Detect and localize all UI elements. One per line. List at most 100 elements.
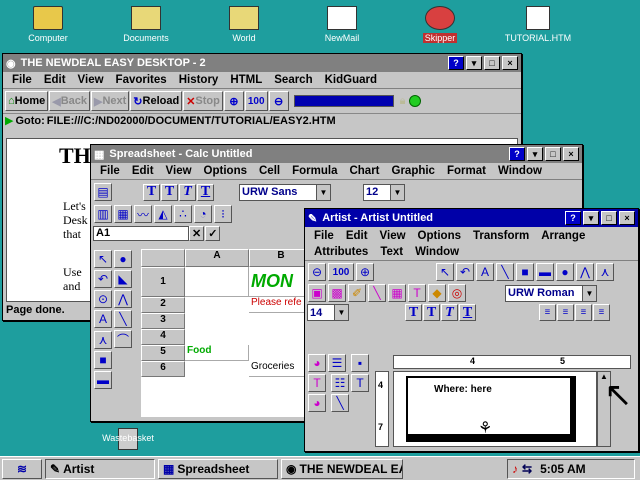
- line-color-wheel-icon[interactable]: ◕: [308, 394, 326, 412]
- network-icon[interactable]: ⇆: [522, 462, 532, 476]
- zoom-in-icon[interactable]: ⊕: [356, 263, 374, 281]
- help-button[interactable]: ?: [565, 211, 581, 225]
- maximize-button[interactable]: □: [545, 147, 561, 161]
- align-center-button[interactable]: ≡: [557, 304, 574, 321]
- menu-format[interactable]: Format: [447, 165, 486, 177]
- underline-button[interactable]: T: [197, 183, 214, 201]
- text-pattern-icon[interactable]: T: [351, 374, 370, 392]
- italic-button[interactable]: T: [441, 304, 458, 321]
- rounded-rect-tool-icon[interactable]: ▬: [536, 263, 554, 281]
- area-pattern-icon[interactable]: ▩: [328, 284, 346, 302]
- fill-icon[interactable]: ▣: [308, 284, 326, 302]
- palette-icon[interactable]: ◆: [428, 284, 446, 302]
- close-button[interactable]: ×: [619, 211, 635, 225]
- bold-button[interactable]: T: [161, 183, 178, 201]
- row-header[interactable]: 2: [141, 297, 185, 313]
- menu-favorites[interactable]: Favorites: [116, 74, 167, 86]
- menu-attributes[interactable]: Attributes: [314, 246, 368, 258]
- polyline-tool-icon[interactable]: ⋏: [94, 330, 112, 349]
- bar-chart-icon[interactable]: ▥: [94, 205, 112, 223]
- menu-view[interactable]: View: [166, 165, 192, 177]
- task-spreadsheet[interactable]: ▦ Spreadsheet: [158, 458, 278, 479]
- print-icon[interactable]: ▤: [94, 183, 112, 201]
- row-header[interactable]: 6: [141, 361, 185, 377]
- menu-chart[interactable]: Chart: [349, 165, 379, 177]
- close-button[interactable]: ×: [563, 147, 579, 161]
- menu-graphic[interactable]: Graphic: [392, 165, 435, 177]
- italic-button[interactable]: T: [179, 183, 196, 201]
- zoom-level[interactable]: 100: [244, 91, 268, 111]
- column-header-a[interactable]: A: [185, 249, 249, 267]
- reload-button[interactable]: ↻ Reload: [130, 91, 183, 111]
- text-color-icon[interactable]: T: [408, 284, 426, 302]
- row-header[interactable]: 4: [141, 329, 185, 345]
- stop-button[interactable]: ✕ Stop: [183, 91, 223, 111]
- url-input[interactable]: FILE:///C:/ND02000/DOCUMENT/TUTORIAL/EAS…: [47, 115, 336, 127]
- menu-file[interactable]: File: [100, 165, 120, 177]
- menu-window[interactable]: Window: [498, 165, 542, 177]
- column-chart-icon[interactable]: ▦: [114, 205, 132, 223]
- line-chart-icon[interactable]: 〰: [134, 205, 152, 223]
- menu-view[interactable]: View: [78, 74, 104, 86]
- fill-pattern-icon[interactable]: ▪: [351, 354, 370, 372]
- back-button[interactable]: ◀ Back: [49, 91, 90, 111]
- menu-edit[interactable]: Edit: [132, 165, 154, 177]
- scatter-chart-icon[interactable]: ∴: [174, 205, 192, 223]
- desktop-icon-computer[interactable]: Computer: [3, 2, 93, 43]
- menu-cell[interactable]: Cell: [259, 165, 280, 177]
- cell-a5[interactable]: Food: [185, 345, 249, 361]
- menu-kidguard[interactable]: KidGuard: [325, 74, 377, 86]
- area-chart-icon[interactable]: ◭: [154, 205, 172, 223]
- menu-edit[interactable]: Edit: [346, 230, 368, 242]
- maximize-button[interactable]: □: [484, 56, 500, 70]
- zoom-level[interactable]: 100: [328, 263, 354, 281]
- rounded-rect-tool-icon[interactable]: ▬: [94, 370, 112, 389]
- font-select[interactable]: URW Roman ▼: [505, 284, 597, 302]
- desktop-icon-tutorial[interactable]: TUTORIAL.HTM: [493, 2, 583, 43]
- cancel-formula-button[interactable]: ✕: [189, 226, 205, 241]
- menu-search[interactable]: Search: [274, 74, 312, 86]
- size-select[interactable]: 12 ▼: [363, 183, 405, 201]
- menu-options[interactable]: Options: [204, 165, 247, 177]
- globe-icon[interactable]: ◎: [448, 284, 466, 302]
- cell-a1[interactable]: [185, 267, 249, 297]
- desktop-icon-newmail[interactable]: NewMail: [297, 2, 387, 43]
- drawing-frame[interactable]: Where: here ⚘: [406, 376, 576, 442]
- row-header[interactable]: 5: [141, 345, 185, 361]
- pie-chart-icon[interactable]: ◔: [194, 205, 212, 223]
- spline-tool-icon[interactable]: ⋀: [576, 263, 594, 281]
- menu-options[interactable]: Options: [418, 230, 461, 242]
- menu-view[interactable]: View: [380, 230, 406, 242]
- next-button[interactable]: ▶ Next: [90, 91, 130, 111]
- line-tool-icon[interactable]: ╲: [114, 310, 132, 328]
- zoom-in-button[interactable]: ⊕: [223, 91, 244, 111]
- accept-formula-button[interactable]: ✓: [205, 226, 221, 241]
- rotate-tool-icon[interactable]: ↶: [94, 270, 112, 288]
- plain-text-button[interactable]: T: [143, 183, 160, 201]
- ellipse-tool-icon[interactable]: ●: [114, 250, 132, 268]
- polygon-tool-icon[interactable]: ◣: [114, 270, 132, 288]
- plain-text-button[interactable]: T: [405, 304, 422, 321]
- task-artist[interactable]: ✎ Artist: [45, 458, 155, 479]
- home-button[interactable]: ⌂ Home: [5, 91, 49, 111]
- menu-edit[interactable]: Edit: [44, 74, 66, 86]
- maximize-button[interactable]: □: [601, 211, 617, 225]
- minimize-button[interactable]: ▾: [583, 211, 599, 225]
- text-tool-icon[interactable]: A: [476, 263, 494, 281]
- close-button[interactable]: ×: [502, 56, 518, 70]
- zoom-out-icon[interactable]: ⊖: [308, 263, 326, 281]
- bold-button[interactable]: T: [423, 304, 440, 321]
- desktop-icon-skipper[interactable]: Skipper: [395, 2, 485, 43]
- paragraph-icon[interactable]: ☷: [331, 374, 350, 392]
- canvas-text[interactable]: Where: here: [434, 384, 492, 395]
- menu-formula[interactable]: Formula: [292, 165, 337, 177]
- browser-titlebar[interactable]: ◉ THE NEWDEAL EASY DESKTOP - 2 ? ▾ □ ×: [3, 54, 521, 72]
- rect-tool-icon[interactable]: ■: [94, 350, 112, 369]
- minimize-button[interactable]: ▾: [527, 147, 543, 161]
- line-pattern-icon[interactable]: ╲: [331, 394, 350, 412]
- justify-button[interactable]: ≡: [593, 304, 610, 321]
- text-tool-icon[interactable]: A: [94, 310, 112, 328]
- clock[interactable]: 5:05 AM: [540, 462, 586, 476]
- menu-arrange[interactable]: Arrange: [541, 230, 585, 242]
- row-header[interactable]: 1: [141, 267, 185, 297]
